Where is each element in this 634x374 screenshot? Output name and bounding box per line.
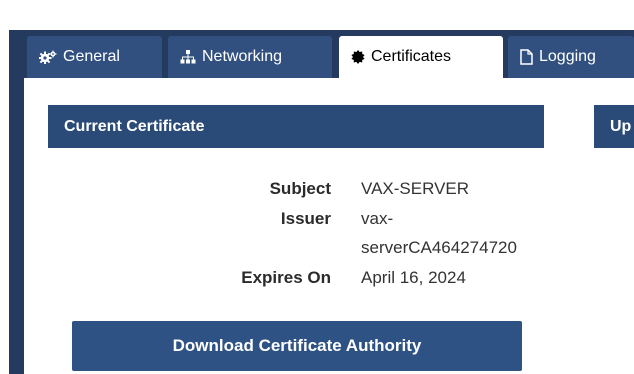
expires-value: April 16, 2024 bbox=[361, 268, 466, 287]
expires-label: Expires On bbox=[241, 268, 331, 287]
certificate-icon bbox=[351, 50, 365, 64]
tab-label: Networking bbox=[202, 48, 283, 65]
sitemap-icon bbox=[180, 50, 196, 64]
tab-logging[interactable]: Logging bbox=[508, 36, 634, 78]
subject-label: Subject bbox=[269, 179, 331, 198]
tab-networking[interactable]: Networking bbox=[168, 36, 332, 78]
issuer-value-line2: serverCA464274720 bbox=[361, 238, 517, 257]
download-certificate-authority-button[interactable]: Download Certificate Authority bbox=[72, 321, 522, 371]
tab-general[interactable]: General bbox=[27, 36, 162, 78]
top-bar bbox=[0, 0, 634, 30]
issuer-label: Issuer bbox=[280, 209, 331, 228]
tab-certificates[interactable]: Certificates bbox=[339, 36, 503, 78]
tab-label: Logging bbox=[539, 48, 596, 65]
subject-value: VAX-SERVER bbox=[361, 179, 470, 198]
certificates-panel: Current Certificate Up Subject VAX-SERVE… bbox=[24, 78, 634, 374]
panel-title: Up bbox=[610, 117, 632, 135]
panel-title: Current Certificate bbox=[64, 117, 205, 135]
issuer-value-line1: vax- bbox=[361, 209, 394, 228]
tab-label: General bbox=[63, 48, 120, 65]
second-panel-header: Up bbox=[594, 105, 634, 148]
cogs-icon bbox=[39, 50, 57, 64]
file-icon bbox=[520, 49, 533, 65]
tab-label: Certificates bbox=[371, 48, 452, 65]
current-certificate-header: Current Certificate bbox=[48, 105, 544, 148]
